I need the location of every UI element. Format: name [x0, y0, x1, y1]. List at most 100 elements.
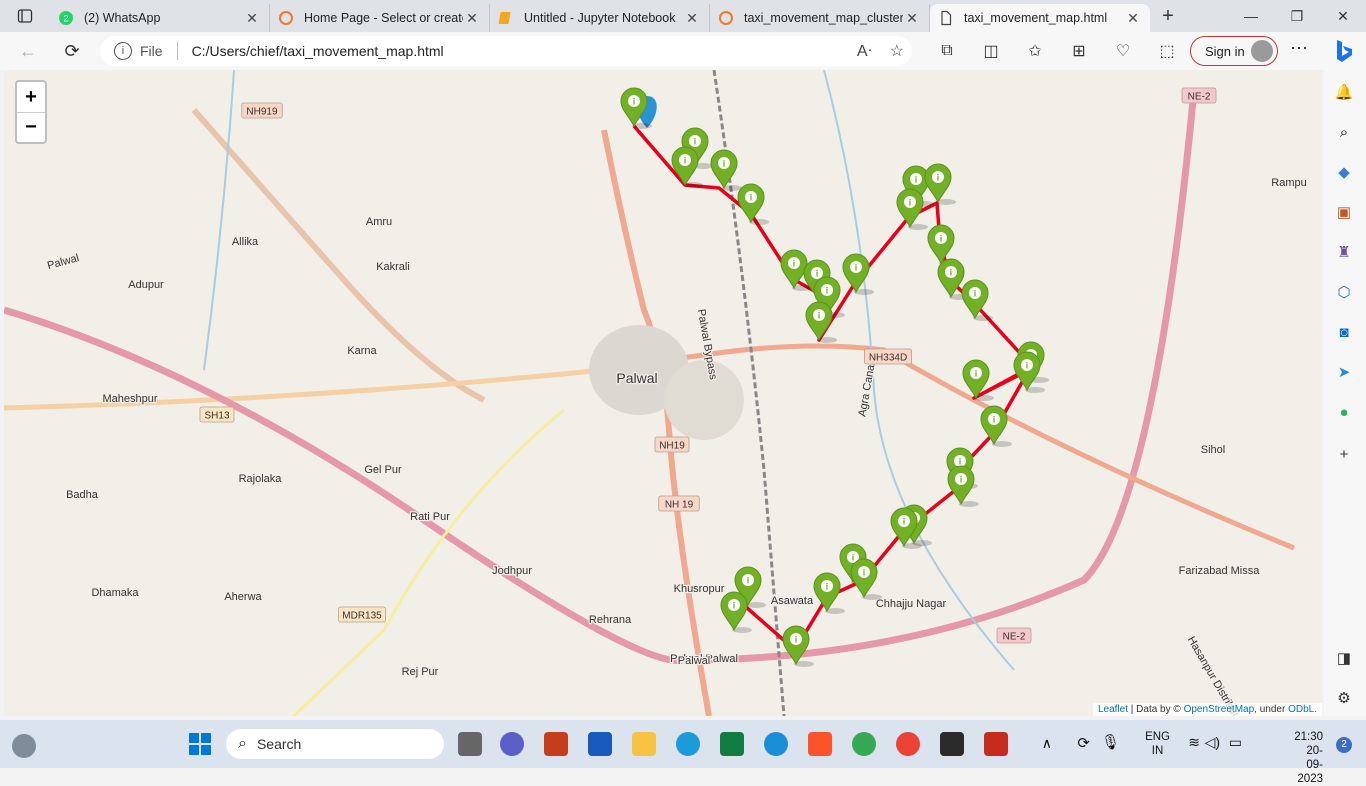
tab-taxi-clustered[interactable]: taxi_movement_map_clustere ✕	[710, 4, 930, 32]
svg-text:i: i	[915, 175, 918, 185]
taxi-marker[interactable]: i	[961, 279, 993, 321]
send-icon[interactable]: ➤	[1334, 362, 1354, 382]
taxi-marker[interactable]: i	[924, 163, 956, 205]
address-url[interactable]: C:/Users/chief/taxi_movement_map.html	[192, 43, 444, 59]
taxi-marker[interactable]: i	[710, 149, 742, 191]
language-label: ENG	[1145, 731, 1170, 743]
shopping-tag-icon[interactable]: ◆	[1334, 162, 1354, 182]
weather-icon[interactable]	[12, 734, 36, 758]
zoom-out-button[interactable]: −	[17, 112, 45, 142]
leaflet-link[interactable]: Leaflet	[1098, 704, 1128, 715]
place-label: Aherwa	[224, 591, 262, 603]
sidebar-settings-icon[interactable]: ⚙	[1334, 688, 1354, 708]
tools-briefcase-icon[interactable]: ▣	[1334, 202, 1354, 222]
map-background	[4, 70, 1295, 716]
microphone-icon[interactable]: 🎙	[1101, 733, 1120, 751]
taskbar-search[interactable]: ⌕ Search	[226, 729, 444, 759]
hide-sidebar-icon[interactable]: ◨	[1334, 648, 1354, 668]
tab-taxi-movement-map[interactable]: taxi_movement_map.html ✕	[930, 4, 1150, 32]
taxi-marker[interactable]: i	[842, 253, 874, 295]
maximize-button[interactable]: ❐	[1274, 0, 1320, 32]
time-label: 21:30	[1294, 731, 1323, 743]
bing-chat-icon[interactable]	[1328, 36, 1358, 66]
edge-icon[interactable]	[676, 732, 700, 756]
collections-icon[interactable]: ⊞	[1057, 41, 1101, 61]
powerpoint-icon[interactable]	[544, 732, 568, 756]
svg-text:i: i	[950, 268, 953, 278]
close-tab-icon[interactable]: ✕	[903, 10, 921, 27]
tab-home-page[interactable]: Home Page - Select or create ✕	[270, 4, 490, 32]
add-sidebar-item-icon[interactable]: +	[1334, 444, 1354, 464]
microsoft365-icon[interactable]: ⬡	[1334, 282, 1354, 302]
place-label: Amru	[366, 216, 392, 228]
place-label: Farizabad Missa	[1179, 565, 1261, 577]
extensions-icon[interactable]: ⧉	[925, 42, 969, 60]
chrome-profile-icon[interactable]	[852, 732, 876, 756]
sign-in-button[interactable]: Sign in	[1190, 36, 1278, 66]
favorite-star-icon[interactable]: ☆	[890, 41, 904, 61]
performance-icon[interactable]: ♡	[1101, 41, 1145, 61]
back-button[interactable]: ←	[10, 36, 46, 66]
search-icon[interactable]: ⌕	[1334, 122, 1354, 142]
map-canvas[interactable]: Palwal Amru Allika Kakrali Adupur Karna Mahesh…	[4, 70, 1322, 716]
place-label: Sihol	[1201, 444, 1225, 456]
info-icon[interactable]: i	[114, 42, 132, 60]
language-indicator[interactable]: ENG IN	[1145, 730, 1170, 758]
map[interactable]: Palwal Amru Allika Kakrali Adupur Karna Mahesh…	[4, 70, 1322, 716]
place-label: Karna	[347, 345, 377, 357]
split-screen-icon[interactable]: ◫	[969, 41, 1013, 61]
word-icon[interactable]	[588, 732, 612, 756]
taxi-marker[interactable]: i	[782, 625, 814, 667]
refresh-button[interactable]: ⟳	[54, 36, 90, 66]
battery-icon[interactable]: ▭	[1229, 734, 1242, 751]
close-window-button[interactable]: ✕	[1320, 0, 1366, 32]
file-explorer-icon[interactable]	[632, 732, 656, 756]
spotify-icon[interactable]: ●	[1334, 402, 1354, 422]
chevron-up-icon[interactable]: ∧	[1042, 735, 1052, 752]
tab-whatsapp[interactable]: 2 (2) WhatsApp ✕	[50, 4, 270, 32]
close-tab-icon[interactable]: ✕	[463, 10, 481, 27]
close-tab-icon[interactable]: ✕	[683, 10, 701, 27]
minimize-button[interactable]: —	[1228, 0, 1274, 32]
more-menu-icon[interactable]: ⋯	[1290, 38, 1308, 59]
wifi-icon[interactable]: ≋	[1188, 734, 1200, 751]
tab-actions-button[interactable]	[0, 0, 50, 32]
chrome-icon[interactable]	[896, 732, 920, 756]
svg-text:2: 2	[63, 14, 68, 24]
svg-text:i: i	[633, 97, 636, 107]
tab-jupyter-notebook[interactable]: Untitled - Jupyter Notebook ✕	[490, 4, 710, 32]
avatar	[1251, 40, 1273, 62]
teams-icon[interactable]	[500, 732, 524, 756]
sync-icon[interactable]: ⟳	[1077, 734, 1090, 752]
task-view-icon[interactable]	[458, 732, 482, 756]
favorites-icon[interactable]: ✩	[1013, 41, 1057, 61]
svg-text:i: i	[937, 173, 940, 183]
taxi-marker[interactable]: i	[850, 558, 882, 600]
zoom-in-button[interactable]: +	[17, 82, 45, 112]
copilot-icon[interactable]: ⬚	[1145, 41, 1189, 61]
odbl-link[interactable]: ODbL.	[1288, 704, 1317, 715]
close-tab-icon[interactable]: ✕	[243, 10, 261, 27]
notification-badge[interactable]: 2	[1336, 737, 1352, 753]
svg-text:i: i	[993, 415, 996, 425]
notification-bell-icon[interactable]: 🔔	[1334, 82, 1354, 102]
clock[interactable]: 21:30 20-09-2023	[1294, 730, 1323, 786]
close-tab-icon[interactable]: ✕	[1124, 10, 1142, 27]
help-icon[interactable]	[764, 732, 788, 756]
read-aloud-icon[interactable]: A͏ᐧ	[857, 41, 872, 61]
terminal-icon[interactable]	[940, 732, 964, 756]
brave-icon[interactable]	[808, 732, 832, 756]
svg-text:i: i	[1026, 361, 1029, 371]
games-icon[interactable]: ♜	[1334, 242, 1354, 262]
place-label: Adupur	[128, 279, 164, 291]
volume-icon[interactable]: ◁)	[1205, 734, 1220, 751]
excel-icon[interactable]	[720, 732, 744, 756]
osm-link[interactable]: OpenStreetMap	[1184, 704, 1255, 715]
outlook-icon[interactable]: ◙	[1334, 322, 1354, 342]
road-shield: NE-2	[996, 627, 1032, 644]
snipping-tool-icon[interactable]	[984, 732, 1008, 756]
address-bar[interactable]: i File C:/Users/chief/taxi_movement_map.…	[100, 36, 912, 66]
place-label: Rehrana	[589, 614, 632, 626]
start-icon[interactable]	[188, 732, 212, 756]
new-tab-button[interactable]: +	[1150, 5, 1186, 28]
